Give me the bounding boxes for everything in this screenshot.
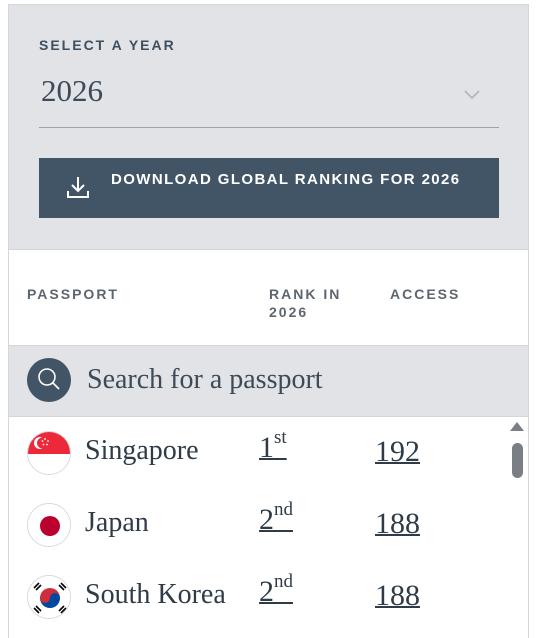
table-row[interactable]: Japan 2nd 188 [9,489,499,561]
year-dropdown[interactable]: 2026 [39,61,499,128]
rank-link[interactable]: 1st [259,427,287,465]
chevron-down-icon [464,90,480,100]
download-button-label: DOWNLOAD GLOBAL RANKING FOR 2026 [111,171,461,188]
ranking-panel: SELECT A YEAR 2026 DOWNLOAD GLOBAL RANKI… [8,4,529,638]
search-input[interactable]: Search for a passport [87,364,323,396]
table-header: PASSPORT RANK IN 2026 ACCESS [9,249,528,346]
access-column-header[interactable]: ACCESS [390,285,460,303]
passport-column-header: PASSPORT [27,286,119,302]
table-row[interactable]: Singapore 1st 192 [9,417,499,489]
download-icon [67,177,89,198]
select-year-label: SELECT A YEAR [39,37,176,53]
rank-header-line2: 2026 [269,304,309,320]
access-link[interactable]: 192 [375,435,420,469]
scroll-up-arrow[interactable] [510,422,524,431]
passport-search-bar[interactable]: Search for a passport [9,345,528,417]
year-value: 2026 [41,73,103,108]
rank-header-line1: RANK IN [269,286,342,302]
download-ranking-button[interactable]: DOWNLOAD GLOBAL RANKING FOR 2026 [39,158,499,218]
south-korea-flag-icon [27,575,71,619]
country-name[interactable]: Japan [85,507,149,539]
singapore-flag-icon [27,431,71,475]
country-name[interactable]: Singapore [85,435,199,467]
access-link[interactable]: 188 [375,507,420,541]
scrollbar-thumb[interactable] [512,443,523,478]
search-icon[interactable] [27,358,71,402]
access-link[interactable]: 188 [375,579,420,613]
country-name[interactable]: South Korea [85,579,226,611]
japan-flag-icon [27,503,71,547]
rank-link[interactable]: 2nd [259,571,293,609]
rank-column-header[interactable]: RANK IN 2026 [269,285,341,321]
rank-link[interactable]: 2nd [259,499,293,537]
year-selector-section: SELECT A YEAR 2026 DOWNLOAD GLOBAL RANKI… [9,5,528,249]
table-row[interactable]: South Korea 2nd 188 [9,561,499,633]
